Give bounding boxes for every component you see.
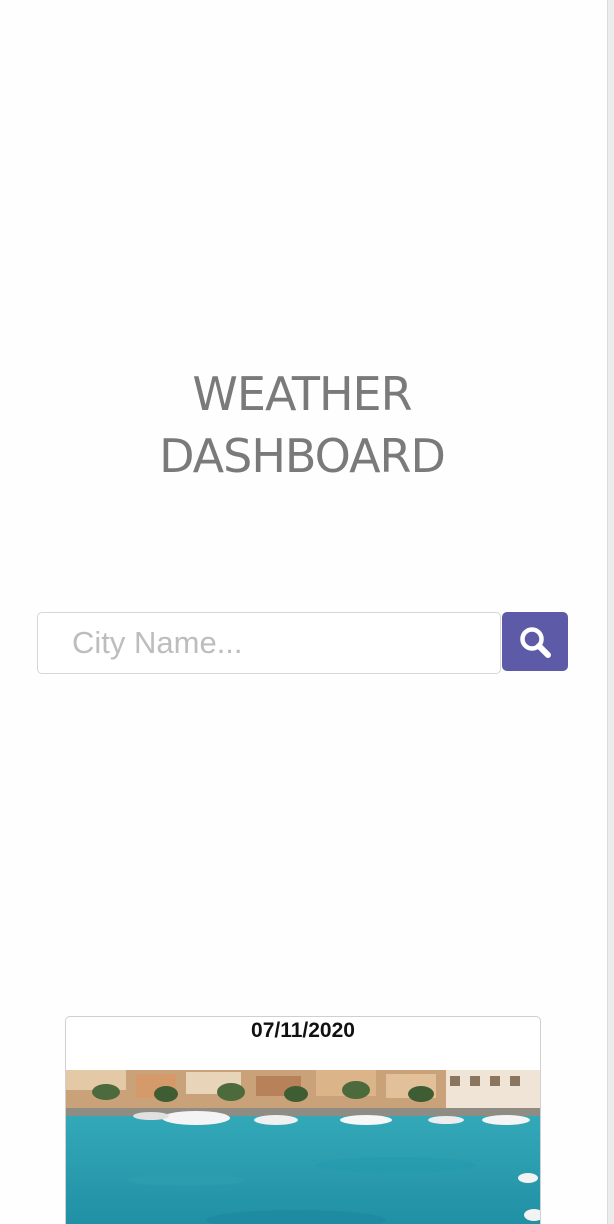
weather-dashboard-page: WEATHER DASHBOARD 07/11/2020 (0, 0, 614, 1224)
page-title: WEATHER DASHBOARD (0, 363, 604, 487)
city-search-input[interactable] (37, 612, 501, 674)
scrollbar-track[interactable] (607, 0, 614, 1224)
harbor-photo (66, 1070, 540, 1224)
page-title-line-1: WEATHER (192, 366, 412, 421)
search-icon (520, 626, 551, 658)
forecast-date: 07/11/2020 (251, 1019, 355, 1042)
forecast-card: 07/11/2020 (65, 1016, 541, 1224)
page-title-line-2: DASHBOARD (159, 428, 446, 483)
search-button[interactable] (502, 612, 568, 671)
